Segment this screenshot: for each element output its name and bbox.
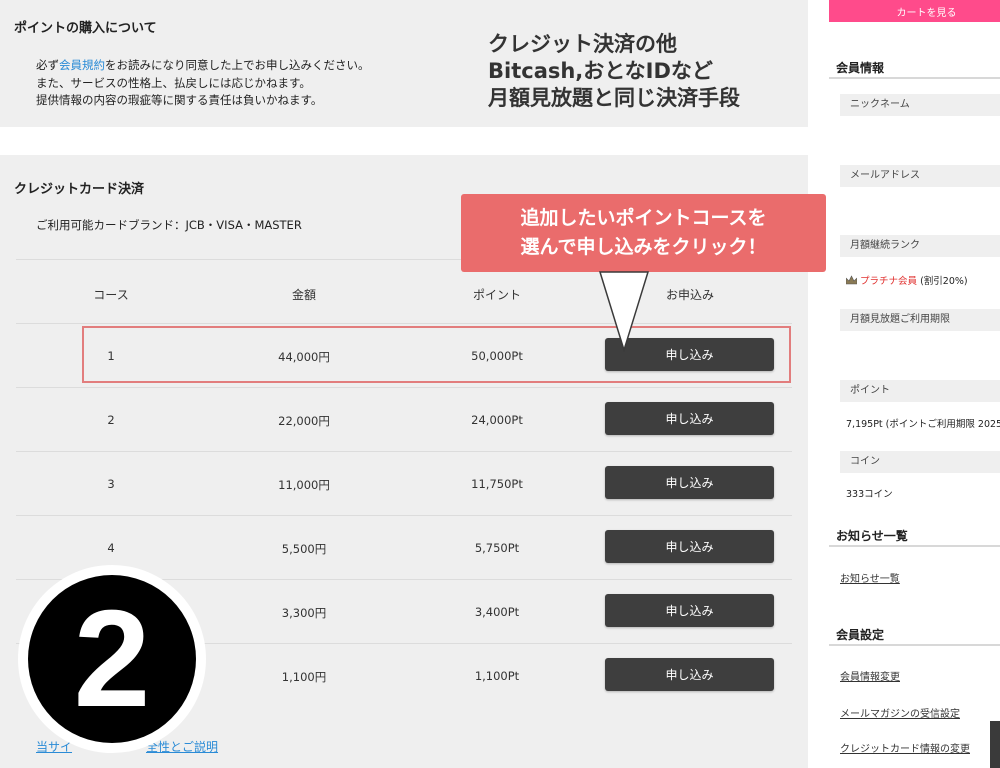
header-course: コース <box>93 288 129 302</box>
apply-button[interactable]: 申し込み <box>605 466 774 499</box>
nickname-label: ニックネーム <box>840 94 1000 116</box>
annotation-line-3: 月額見放題と同じ決済手段 <box>488 86 740 110</box>
apply-button[interactable]: 申し込み <box>605 594 774 627</box>
apply-button[interactable]: 申し込み <box>605 658 774 691</box>
news-heading: お知らせ一覧 <box>836 529 908 543</box>
member-settings-heading: 会員設定 <box>836 628 885 642</box>
course-number: 4 <box>107 541 115 555</box>
course-points: 1,100Pt <box>474 669 520 683</box>
credit-card-info-link[interactable]: クレジットカード情報の変更 <box>840 740 970 755</box>
apply-button[interactable]: 申し込み <box>605 402 774 435</box>
course-points: 24,000Pt <box>471 413 523 427</box>
step-number-badge: 2 <box>18 565 206 753</box>
notice-text-pre: 必ず <box>36 58 59 72</box>
instruction-callout: 追加したいポイントコースを 選んで申し込みをクリック！ <box>461 194 826 272</box>
apply-button[interactable]: 申し込み <box>605 530 774 563</box>
annotation-line-1: クレジット決済の他 <box>488 32 677 56</box>
table-row: 3 11,000円 11,750Pt 申し込み <box>16 451 792 515</box>
table-row: 2 22,000円 24,000Pt 申し込み <box>16 387 792 451</box>
rank-value: プラチナ会員 (割引20%) <box>845 273 968 287</box>
points-label: ポイント <box>840 380 1000 402</box>
course-points: 3,400Pt <box>474 605 520 619</box>
callout-line-1: 追加したいポイントコースを <box>520 207 767 229</box>
points-value: 7,195Pt (ポイントご利用期限 2025-01 <box>846 419 1000 430</box>
annotation-line-2: Bitcash,おとなIDなど <box>488 59 713 83</box>
view-cart-button[interactable]: カートを見る <box>829 0 1000 22</box>
course-price: 1,100円 <box>281 670 327 684</box>
card-brands: ご利用可能カードブランド：JCB・VISA・MASTER <box>36 218 302 232</box>
course-price: 11,000円 <box>278 478 330 492</box>
notice-refund-line: また、サービスの性格上、払戻しには応じかねます。 <box>36 75 311 90</box>
course-price: 3,300円 <box>281 606 327 620</box>
scrollbar-thumb[interactable] <box>990 721 1000 768</box>
payment-methods-annotation: クレジット決済の他 Bitcash,おとなIDなど 月額見放題と同じ決済手段 <box>488 31 740 112</box>
header-price: 金額 <box>291 288 317 302</box>
sidebar-divider <box>829 545 1000 547</box>
email-label: メールアドレス <box>840 165 1000 187</box>
course-price: 22,000円 <box>278 414 330 428</box>
course-number: 3 <box>107 477 115 491</box>
rank-label: 月額継続ランク <box>840 235 1000 257</box>
terms-link[interactable]: 会員規約 <box>59 58 105 72</box>
notice-text-post: をお読みになり同意した上でお申し込みください。 <box>105 58 370 72</box>
sidebar-divider <box>829 644 1000 646</box>
subscription-period-label: 月額見放題ご利用期限 <box>840 309 1000 331</box>
header-apply: お申込み <box>665 288 715 302</box>
course-price: 5,500円 <box>281 542 327 556</box>
edit-member-info-link[interactable]: 会員情報変更 <box>840 668 900 683</box>
sidebar-divider <box>829 77 1000 79</box>
course-number: 2 <box>107 413 115 427</box>
header-points: ポイント <box>472 288 522 302</box>
row-highlight-box <box>82 326 791 383</box>
purchase-notice-panel: ポイントの購入について 必ず会員規約をお読みになり同意した上でお申し込みください… <box>0 0 808 127</box>
notice-liability-line: 提供情報の内容の瑕疵等に関する責任は負いかねます。 <box>36 93 323 107</box>
rank-discount: (割引20%) <box>920 276 968 287</box>
news-list-link[interactable]: お知らせ一覧 <box>840 570 900 585</box>
crown-icon <box>845 275 858 285</box>
callout-line-2: 選んで申し込みをクリック！ <box>520 236 767 258</box>
coins-value: 333コイン <box>846 489 893 500</box>
rank-name: プラチナ会員 <box>860 276 918 287</box>
step-number: 2 <box>28 575 196 743</box>
coins-label: コイン <box>840 451 1000 473</box>
credit-card-title: クレジットカード決済 <box>14 182 145 197</box>
purchase-notice-text: 必ず会員規約をお読みになり同意した上でお申し込みください。 また、サービスの性格… <box>36 57 370 110</box>
course-points: 5,750Pt <box>474 541 520 555</box>
member-info-heading: 会員情報 <box>836 61 885 75</box>
purchase-notice-title: ポイントの購入について <box>14 21 157 36</box>
callout-pointer-arrow <box>598 271 650 353</box>
newsletter-settings-link[interactable]: メールマガジンの受信設定 <box>840 705 960 720</box>
course-points: 11,750Pt <box>471 477 523 491</box>
